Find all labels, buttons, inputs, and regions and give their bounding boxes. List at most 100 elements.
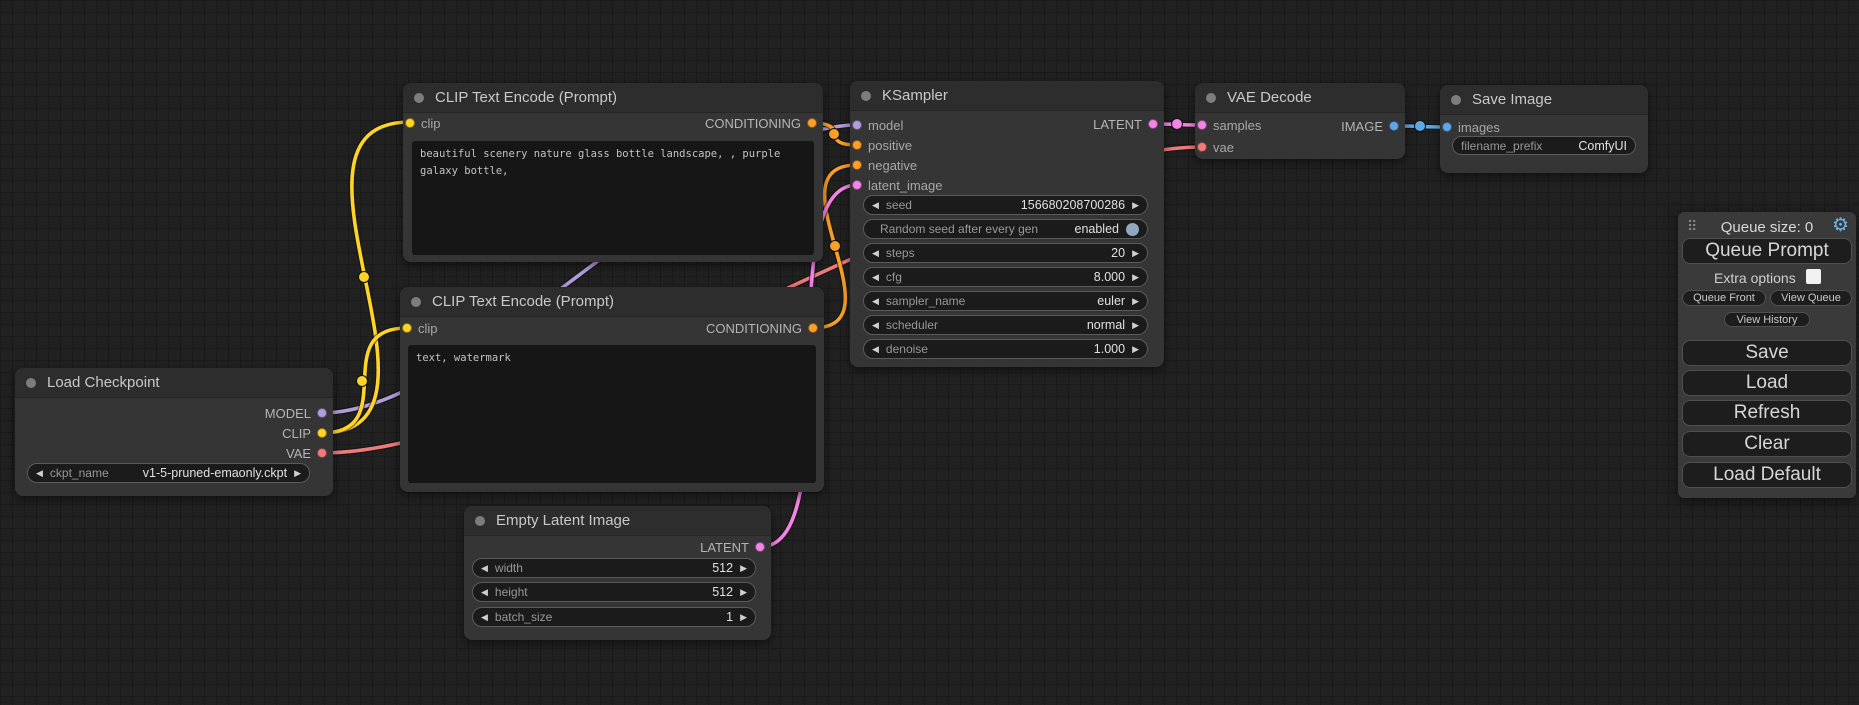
widget-value: ComfyUI: [1578, 139, 1627, 153]
node-title-bar[interactable]: KSampler: [850, 81, 1164, 111]
increment-arrow-icon[interactable]: ▶: [294, 469, 301, 478]
random-seed-toggle-widget[interactable]: Random seed after every gen enabled: [863, 219, 1148, 239]
collapse-dot-icon[interactable]: [475, 516, 485, 526]
scheduler-widget[interactable]: ◀ scheduler normal ▶: [863, 315, 1148, 335]
positive-input-port[interactable]: [852, 140, 862, 150]
clear-button[interactable]: Clear: [1682, 431, 1852, 457]
node-title: VAE Decode: [1227, 89, 1312, 106]
ckpt-name-widget[interactable]: ◀ ckpt_name v1-5-pruned-emaonly.ckpt ▶: [27, 463, 310, 483]
node-title-bar[interactable]: CLIP Text Encode (Prompt): [403, 83, 823, 113]
decrement-arrow-icon[interactable]: ◀: [872, 273, 879, 282]
latent-output-port[interactable]: [1148, 119, 1158, 129]
collapse-dot-icon[interactable]: [26, 378, 36, 388]
widget-name: width: [495, 561, 523, 575]
height-widget[interactable]: ◀ height 512 ▶: [472, 582, 756, 602]
node-title-bar[interactable]: Load Checkpoint: [15, 368, 333, 398]
conditioning-output-port[interactable]: [808, 323, 818, 333]
widget-name: denoise: [886, 342, 928, 356]
conditioning-output-port[interactable]: [807, 118, 817, 128]
vae-output-port[interactable]: [317, 448, 327, 458]
collapse-dot-icon[interactable]: [411, 297, 421, 307]
link-midpoint-dot: [359, 272, 370, 283]
load-button[interactable]: Load: [1682, 370, 1852, 396]
node-vae-decode[interactable]: VAE Decode samples vae IMAGE: [1195, 83, 1405, 159]
sampler-name-widget[interactable]: ◀ sampler_name euler ▶: [863, 291, 1148, 311]
queue-prompt-button[interactable]: Queue Prompt: [1682, 238, 1852, 264]
increment-arrow-icon[interactable]: ▶: [740, 564, 747, 573]
node-save-image[interactable]: Save Image images filename_prefix ComfyU…: [1440, 85, 1648, 173]
vae-input-label: vae: [1213, 140, 1234, 155]
refresh-button[interactable]: Refresh: [1682, 400, 1852, 426]
toggle-indicator[interactable]: [1126, 223, 1139, 236]
settings-gear-icon[interactable]: ⚙: [1832, 216, 1849, 235]
negative-input-port[interactable]: [852, 160, 862, 170]
node-title-bar[interactable]: VAE Decode: [1195, 83, 1405, 113]
prompt-text-area[interactable]: text, watermark: [408, 345, 816, 483]
node-empty-latent-image[interactable]: Empty Latent Image LATENT ◀ width 512 ▶ …: [464, 506, 771, 640]
prompt-text-area[interactable]: beautiful scenery nature glass bottle la…: [412, 141, 814, 255]
decrement-arrow-icon[interactable]: ◀: [872, 249, 879, 258]
collapse-dot-icon[interactable]: [1451, 95, 1461, 105]
increment-arrow-icon[interactable]: ▶: [1132, 297, 1139, 306]
batch-size-widget[interactable]: ◀ batch_size 1 ▶: [472, 607, 756, 627]
node-graph-canvas[interactable]: Load Checkpoint MODEL CLIP VAE ◀ ckpt_na…: [0, 0, 1859, 705]
node-title: KSampler: [882, 87, 948, 104]
view-history-button[interactable]: View History: [1724, 312, 1810, 327]
samples-input-port[interactable]: [1197, 120, 1207, 130]
node-title-bar[interactable]: CLIP Text Encode (Prompt): [400, 287, 824, 317]
node-title-bar[interactable]: Save Image: [1440, 85, 1648, 115]
increment-arrow-icon[interactable]: ▶: [740, 588, 747, 597]
model-output-port[interactable]: [317, 408, 327, 418]
decrement-arrow-icon[interactable]: ◀: [36, 469, 43, 478]
widget-value: 8.000: [1094, 270, 1125, 284]
queue-front-button[interactable]: Queue Front: [1682, 290, 1766, 306]
decrement-arrow-icon[interactable]: ◀: [872, 321, 879, 330]
widget-name: cfg: [886, 270, 902, 284]
width-widget[interactable]: ◀ width 512 ▶: [472, 558, 756, 578]
node-load-checkpoint[interactable]: Load Checkpoint MODEL CLIP VAE ◀ ckpt_na…: [15, 368, 333, 496]
decrement-arrow-icon[interactable]: ◀: [481, 613, 488, 622]
link-midpoint-dot: [830, 241, 841, 252]
images-input-port[interactable]: [1442, 122, 1452, 132]
link-midpoint-dot: [1415, 121, 1426, 132]
increment-arrow-icon[interactable]: ▶: [1132, 345, 1139, 354]
filename-prefix-widget[interactable]: filename_prefix ComfyUI: [1452, 136, 1636, 155]
collapse-dot-icon[interactable]: [861, 91, 871, 101]
extra-options-checkbox[interactable]: [1806, 269, 1821, 284]
node-ksampler[interactable]: KSampler model positive negative latent_…: [850, 81, 1164, 367]
queue-panel[interactable]: ⠿ Queue size: 0 ⚙ Queue Prompt Extra opt…: [1678, 212, 1856, 498]
clip-output-port[interactable]: [317, 428, 327, 438]
latent-image-input-port[interactable]: [852, 180, 862, 190]
denoise-widget[interactable]: ◀ denoise 1.000 ▶: [863, 339, 1148, 359]
node-title: CLIP Text Encode (Prompt): [432, 293, 614, 310]
load-default-button[interactable]: Load Default: [1682, 462, 1852, 488]
collapse-dot-icon[interactable]: [414, 93, 424, 103]
view-queue-button[interactable]: View Queue: [1770, 290, 1852, 306]
image-output-port[interactable]: [1389, 121, 1399, 131]
increment-arrow-icon[interactable]: ▶: [1132, 273, 1139, 282]
node-clip-text-encode-positive[interactable]: CLIP Text Encode (Prompt) clip CONDITION…: [403, 83, 823, 262]
seed-widget[interactable]: ◀ seed 156680208700286 ▶: [863, 195, 1148, 215]
images-input-label: images: [1458, 120, 1500, 135]
node-clip-text-encode-negative[interactable]: CLIP Text Encode (Prompt) clip CONDITION…: [400, 287, 824, 492]
save-button[interactable]: Save: [1682, 340, 1852, 366]
clip-input-port[interactable]: [402, 323, 412, 333]
decrement-arrow-icon[interactable]: ◀: [481, 564, 488, 573]
increment-arrow-icon[interactable]: ▶: [1132, 249, 1139, 258]
increment-arrow-icon[interactable]: ▶: [1132, 321, 1139, 330]
clip-output-label: CLIP: [282, 426, 311, 441]
decrement-arrow-icon[interactable]: ◀: [872, 345, 879, 354]
vae-input-port[interactable]: [1197, 142, 1207, 152]
node-title-bar[interactable]: Empty Latent Image: [464, 506, 771, 536]
increment-arrow-icon[interactable]: ▶: [740, 613, 747, 622]
latent-output-port[interactable]: [755, 542, 765, 552]
decrement-arrow-icon[interactable]: ◀: [481, 588, 488, 597]
steps-widget[interactable]: ◀ steps 20 ▶: [863, 243, 1148, 263]
clip-input-port[interactable]: [405, 118, 415, 128]
increment-arrow-icon[interactable]: ▶: [1132, 201, 1139, 210]
cfg-widget[interactable]: ◀ cfg 8.000 ▶: [863, 267, 1148, 287]
model-input-port[interactable]: [852, 120, 862, 130]
decrement-arrow-icon[interactable]: ◀: [872, 297, 879, 306]
collapse-dot-icon[interactable]: [1206, 93, 1216, 103]
decrement-arrow-icon[interactable]: ◀: [872, 201, 879, 210]
